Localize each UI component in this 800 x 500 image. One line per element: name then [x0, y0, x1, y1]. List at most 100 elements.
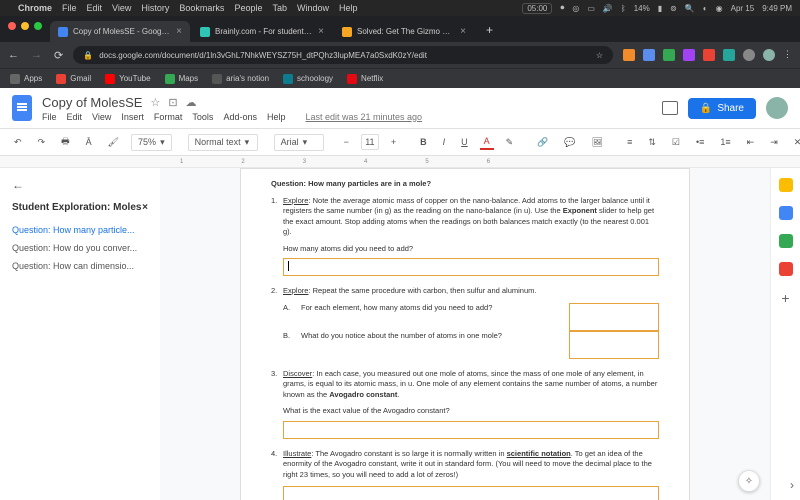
bold-button[interactable]: B — [416, 135, 431, 149]
mac-menu[interactable]: People — [234, 3, 262, 13]
overflow-menu-icon[interactable]: ⋮ — [783, 49, 792, 61]
search-icon[interactable]: 🔍 — [685, 4, 695, 13]
tasks-icon[interactable] — [779, 234, 793, 248]
print-button[interactable]: 🖶 — [57, 132, 74, 152]
outline-title[interactable]: Student Exploration: Moles × — [12, 202, 148, 213]
outline-back-button[interactable]: ← — [12, 178, 148, 192]
align-button[interactable]: ≡ — [623, 135, 636, 149]
close-icon[interactable]: × — [318, 26, 324, 37]
extension-icon[interactable] — [663, 49, 675, 61]
add-addon-icon[interactable]: + — [781, 290, 789, 306]
page-canvas[interactable]: Question: How many particles are in a mo… — [160, 168, 770, 500]
highlight-button[interactable]: ✎ — [502, 135, 518, 150]
window-controls[interactable] — [8, 22, 42, 30]
answer-input[interactable] — [283, 258, 659, 276]
menu-view[interactable]: View — [92, 112, 111, 122]
reload-button[interactable]: ⟳ — [54, 49, 63, 62]
numbered-list-button[interactable]: 1≡ — [716, 135, 734, 149]
bookmark-item[interactable]: Gmail — [56, 74, 91, 84]
mac-menu[interactable]: File — [62, 3, 77, 13]
app-name[interactable]: Chrome — [18, 3, 52, 13]
url-input[interactable]: 🔒 docs.google.com/document/d/1ln3vGhL7Nh… — [73, 46, 613, 64]
ruler[interactable]: 1 2 3 4 5 6 — [0, 156, 800, 168]
menu-edit[interactable]: Edit — [67, 112, 83, 122]
record-icon[interactable]: ⏺ — [560, 3, 564, 13]
volume-icon[interactable]: 🔊 — [603, 4, 613, 13]
outline-item[interactable]: Question: How do you conver... — [12, 239, 148, 257]
image-button[interactable]: 🖼 — [588, 135, 607, 150]
bookmark-item[interactable]: Netflix — [347, 74, 383, 84]
display-icon[interactable]: ▭ — [587, 4, 595, 13]
indent-decrease-button[interactable]: ⇤ — [743, 135, 759, 150]
answer-input[interactable] — [569, 331, 659, 359]
doc-title[interactable]: Copy of MolesSE — [42, 95, 142, 110]
font-size-input[interactable]: 11 — [361, 134, 379, 150]
extension-icon[interactable] — [743, 49, 755, 61]
menu-insert[interactable]: Insert — [121, 112, 144, 122]
new-tab-button[interactable]: + — [476, 18, 503, 42]
close-icon[interactable]: × — [460, 26, 466, 37]
extension-icon[interactable] — [643, 49, 655, 61]
forward-button[interactable]: → — [31, 49, 42, 62]
avatar[interactable] — [766, 97, 788, 119]
close-icon[interactable]: × — [176, 26, 182, 37]
menu-format[interactable]: Format — [154, 112, 183, 122]
last-edit-link[interactable]: Last edit was 21 minutes ago — [305, 112, 422, 122]
calendar-icon[interactable] — [779, 178, 793, 192]
bookmark-item[interactable]: Maps — [165, 74, 199, 84]
clear-format-button[interactable]: ✕ — [790, 135, 800, 150]
share-button[interactable]: 🔒 Share — [688, 98, 756, 119]
docs-logo-icon[interactable] — [12, 95, 32, 121]
outline-item[interactable]: Question: How can dimensio... — [12, 257, 148, 275]
bluetooth-icon[interactable]: ᛒ — [621, 4, 626, 13]
mac-menu[interactable]: Window — [297, 3, 329, 13]
zoom-select[interactable]: 75%▾ — [131, 134, 172, 151]
add-comment-button[interactable]: 💬 — [560, 135, 579, 150]
checklist-button[interactable]: ☑ — [668, 135, 684, 150]
profile-avatar[interactable] — [763, 49, 775, 61]
extension-icon[interactable] — [703, 49, 715, 61]
move-icon[interactable]: ⊡ — [168, 96, 177, 109]
redo-button[interactable]: ↷ — [34, 135, 50, 150]
mac-menu[interactable]: Edit — [87, 3, 103, 13]
underline-button[interactable]: U — [457, 135, 472, 149]
spellcheck-button[interactable]: Ā — [82, 135, 96, 149]
bookmark-star-icon[interactable]: ☆ — [596, 51, 603, 60]
text-color-button[interactable]: A — [480, 134, 494, 150]
wifi-icon[interactable]: ⊚ — [670, 4, 677, 13]
side-panel-toggle[interactable]: › — [790, 478, 794, 492]
star-icon[interactable]: ☆ — [150, 96, 160, 109]
menu-file[interactable]: File — [42, 112, 57, 122]
mac-menu[interactable]: Help — [339, 3, 358, 13]
answer-input[interactable] — [569, 303, 659, 331]
outline-item[interactable]: Question: How many particle... — [12, 221, 148, 239]
italic-button[interactable]: I — [439, 135, 450, 149]
mac-menu[interactable]: History — [141, 3, 169, 13]
control-center-icon[interactable]: ◐ — [703, 4, 708, 13]
battery-icon[interactable]: ▮ — [658, 4, 662, 13]
menu-addons[interactable]: Add-ons — [223, 112, 257, 122]
indent-increase-button[interactable]: ⇥ — [766, 135, 782, 150]
browser-tab[interactable]: Solved: Get The Gizmo Ready × — [334, 21, 474, 42]
answer-input[interactable] — [283, 421, 659, 439]
bookmark-item[interactable]: aria's notion — [212, 74, 269, 84]
menu-tools[interactable]: Tools — [192, 112, 213, 122]
document-page[interactable]: Question: How many particles are in a mo… — [240, 168, 690, 500]
answer-input[interactable] — [283, 486, 659, 500]
extension-icon[interactable] — [723, 49, 735, 61]
keep-icon[interactable] — [779, 206, 793, 220]
font-select[interactable]: Arial▾ — [274, 134, 324, 151]
back-button[interactable]: ← — [8, 49, 19, 62]
mac-menu[interactable]: Bookmarks — [179, 3, 224, 13]
bookmark-item[interactable]: schoology — [283, 74, 333, 84]
extension-icon[interactable] — [623, 49, 635, 61]
bookmark-item[interactable]: Apps — [10, 74, 42, 84]
browser-tab[interactable]: Copy of MolesSE - Google Do × — [50, 21, 190, 42]
extension-icon[interactable] — [683, 49, 695, 61]
bookmark-item[interactable]: YouTube — [105, 74, 150, 84]
mac-menu[interactable]: View — [112, 3, 131, 13]
close-icon[interactable]: × — [142, 202, 148, 213]
cloud-icon[interactable]: ☁ — [186, 96, 197, 109]
browser-tab[interactable]: Brainly.com - For students. By × — [192, 21, 332, 42]
explore-button[interactable]: ✧ — [738, 470, 760, 492]
